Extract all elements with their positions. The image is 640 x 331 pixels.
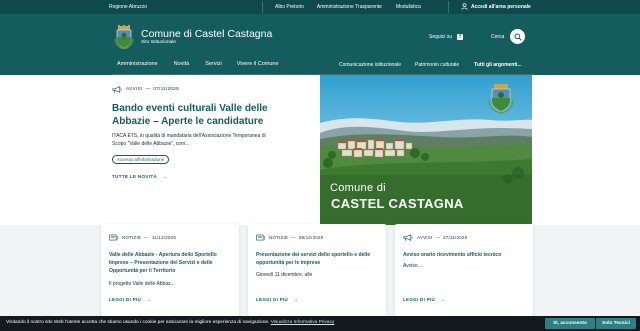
image-caption-line-2: CASTEL CASTAGNA: [331, 196, 464, 211]
facebook-icon[interactable]: f: [457, 34, 464, 40]
arrow-right-icon: →: [162, 174, 168, 179]
read-more-label: LEGGI DI PIÙ: [403, 297, 436, 302]
personal-area-button[interactable]: Accedi all'area personale: [461, 3, 531, 10]
card-category: NOTIZIE: [122, 235, 142, 240]
cookie-banner: Visitando il nostro sito Web l'utente ac…: [0, 316, 640, 331]
card-meta: AVVISI — 27/11/2025: [403, 234, 467, 241]
modulistica-link[interactable]: Modulistica: [396, 4, 421, 10]
hero-section: AVVISI — 07/11/2025 Bando eventi cultura…: [0, 75, 640, 225]
cookie-text: Visitando il nostro sito Web l'utente ac…: [6, 320, 270, 325]
arrow-right-icon: →: [440, 297, 446, 302]
site-header: Comune di Castel Castagna Sito Istituzio…: [0, 14, 640, 75]
read-more-label: LEGGI DI PIÙ: [256, 297, 289, 302]
cookie-message: Visitando il nostro sito Web l'utente ac…: [6, 320, 334, 325]
divider: [262, 1, 263, 13]
all-news-link[interactable]: TUTTE LE NOVITÀ →: [112, 174, 168, 179]
nav-item-vivere-il-comune[interactable]: Vivere il Comune: [237, 61, 279, 67]
megaphone-icon: [112, 86, 122, 93]
top-links: Albo Pretorio Amministrazione Trasparent…: [275, 4, 433, 10]
card-meta: NOTIZIE — 11/12/2025: [109, 234, 176, 241]
news-card: AVVISI — 27/11/2025 Avviso orario ricevi…: [395, 224, 533, 316]
topics-navigation: Comunicazione istituzionale Patrimonio c…: [339, 62, 522, 68]
topic-patrimonio-culturale[interactable]: Patrimonio culturale: [415, 62, 459, 68]
newspaper-icon: [109, 234, 118, 241]
hero-date: 07/11/2025: [153, 87, 179, 92]
arrow-right-icon: →: [146, 297, 152, 302]
main-navigation: Amministrazione Novità Servizi Vivere il…: [117, 61, 279, 67]
all-topics-link[interactable]: Tutti gli argomenti...: [474, 62, 521, 68]
card-category: NOTIZIE: [269, 235, 289, 240]
card-date: 27/11/2025: [443, 235, 468, 240]
accept-cookies-button[interactable]: Sì, acconsento: [545, 318, 595, 329]
image-caption-line-1: Comune di: [330, 182, 386, 194]
search-icon: [513, 32, 522, 41]
card-date: 09/12/2025: [298, 235, 324, 240]
privacy-policy-link[interactable]: Visualizza Informativa Privacy: [271, 320, 335, 325]
hero-title[interactable]: Bando eventi culturali Valle delle Abbaz…: [112, 102, 282, 128]
read-more-link[interactable]: LEGGI DI PIÙ →: [109, 297, 151, 302]
news-card: NOTIZIE — 09/12/2025 Presentazione dei s…: [248, 224, 386, 316]
arrow-right-icon: →: [293, 297, 299, 302]
municipal-crest-icon[interactable]: [114, 25, 134, 49]
card-title[interactable]: Valle delle Abbazie - Apertura dello Spo…: [109, 251, 231, 275]
site-title[interactable]: Comune di Castel Castagna: [141, 28, 272, 40]
social-follow: Seguici su f: [429, 34, 464, 40]
card-date: 11/12/2025: [151, 235, 177, 240]
read-more-label: LEGGI DI PIÙ: [109, 297, 142, 302]
region-link[interactable]: Regione Abruzzo: [109, 4, 147, 10]
card-title[interactable]: Avviso orario ricevimento ufficio tecnic…: [403, 251, 525, 259]
meta-separator: —: [435, 235, 441, 240]
nav-item-novita[interactable]: Novità: [174, 61, 190, 67]
divider: [448, 1, 449, 13]
top-utility-bar: Regione Abruzzo Albo Pretorio Amministra…: [0, 0, 640, 14]
search-label: Cerca: [491, 34, 505, 40]
albo-pretorio-link[interactable]: Albo Pretorio: [275, 4, 304, 10]
search-button[interactable]: [510, 29, 525, 44]
read-more-link[interactable]: LEGGI DI PIÙ →: [256, 297, 298, 302]
hero-meta: AVVISI — 07/11/2025: [112, 86, 179, 93]
user-icon: [461, 3, 468, 10]
news-card: NOTIZIE — 11/12/2025 Valle delle Abbazie…: [101, 224, 239, 316]
meta-separator: —: [291, 235, 296, 240]
all-news-label: TUTTE LE NOVITÀ: [112, 174, 158, 179]
card-category: AVVISI: [417, 235, 433, 240]
technical-cookies-button[interactable]: Solo Tecnici: [596, 318, 636, 329]
card-text: Avviso ...: [403, 263, 424, 269]
amministrazione-trasparente-link[interactable]: Amministrazione Trasparente: [317, 4, 382, 10]
megaphone-icon: [403, 234, 413, 241]
hero-text: ITACA ETS, in qualità di mandataria dell…: [112, 133, 266, 147]
meta-separator: —: [144, 235, 149, 240]
card-title[interactable]: Presentazione dei servizi dello sportell…: [256, 251, 378, 267]
meta-separator: —: [145, 87, 151, 92]
topic-chip[interactable]: Accesso all'informazione: [112, 155, 170, 164]
card-text: Giovedì 11 dicembre, alle: [256, 272, 313, 278]
newspaper-icon: [256, 234, 265, 241]
read-more-link[interactable]: LEGGI DI PIÙ →: [403, 297, 445, 302]
personal-area-label: Accedi all'area personale: [471, 3, 531, 10]
follow-label: Seguici su: [429, 34, 453, 40]
nav-item-servizi[interactable]: Servizi: [205, 61, 222, 67]
nav-item-amministrazione[interactable]: Amministrazione: [117, 61, 158, 67]
card-text: Il progetto Valle delle Abbaz...: [109, 281, 175, 287]
topic-comunicazione-istituzionale[interactable]: Comunicazione istituzionale: [339, 62, 401, 68]
card-meta: NOTIZIE — 09/12/2025: [256, 234, 323, 241]
hero-category: AVVISI: [126, 87, 143, 92]
site-subtitle: Sito Istituzionale: [141, 40, 176, 45]
